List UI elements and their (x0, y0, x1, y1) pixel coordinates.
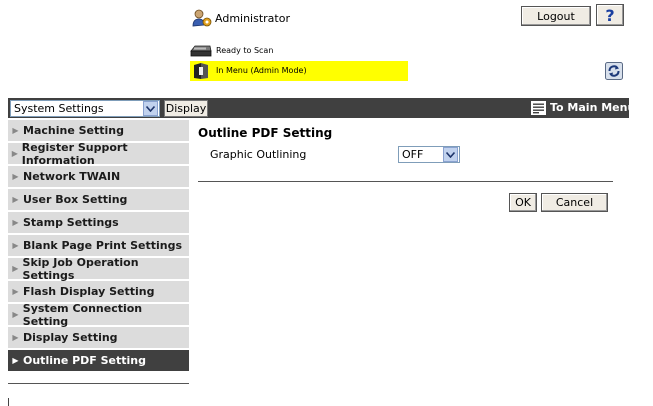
refresh-icon[interactable] (605, 62, 623, 80)
logout-button[interactable]: Logout (521, 6, 591, 26)
sidebar-item-register-support-information[interactable]: ▶ Register Support Information (8, 140, 189, 167)
menu-list-icon[interactable] (531, 101, 546, 115)
mode-status: In Menu (Admin Mode) (216, 66, 307, 75)
sidebar-item-label: Network TWAIN (23, 170, 121, 183)
sidebar-item-label: Flash Display Setting (23, 285, 155, 298)
sidebar-item-skip-job-operation-settings[interactable]: ▶ Skip Job Operation Settings (8, 255, 189, 282)
sidebar-item-label: Outline PDF Setting (23, 354, 147, 367)
sidebar: ▶ Machine Setting ▶ Register Support Inf… (8, 120, 189, 373)
triangle-right-icon: ▶ (12, 310, 19, 319)
sidebar-item-network-twain[interactable]: ▶ Network TWAIN (8, 166, 189, 189)
main-menu-link[interactable]: To Main Menu (550, 101, 635, 114)
sidebar-item-stamp-settings[interactable]: ▶ Stamp Settings (8, 212, 189, 235)
sidebar-item-label: User Box Setting (23, 193, 128, 206)
sidebar-item-label: Stamp Settings (23, 216, 119, 229)
triangle-right-icon: ▶ (12, 287, 19, 296)
triangle-right-icon: ▶ (11, 149, 18, 158)
triangle-right-icon: ▶ (12, 356, 19, 365)
sidebar-item-label: Register Support Information (21, 140, 128, 167)
display-button[interactable]: Display (164, 100, 208, 117)
sidebar-item-system-connection-setting[interactable]: ▶ System Connection Setting (8, 301, 189, 328)
content-divider (198, 181, 613, 182)
chevron-down-icon[interactable] (443, 147, 458, 162)
help-icon: ? (605, 5, 615, 25)
scan-status: Ready to Scan (216, 46, 274, 55)
triangle-right-icon: ▶ (12, 126, 19, 135)
triangle-right-icon: ▶ (12, 264, 19, 273)
settings-select[interactable]: System Settings (10, 100, 160, 117)
sidebar-item-label: Machine Setting (23, 124, 124, 137)
ok-button[interactable]: OK (509, 193, 537, 212)
page-title: Outline PDF Setting (198, 126, 333, 140)
chevron-down-icon[interactable] (143, 101, 158, 116)
scanner-icon (190, 43, 212, 57)
triangle-right-icon: ▶ (12, 195, 19, 204)
sidebar-item-user-box-setting[interactable]: ▶ User Box Setting (8, 189, 189, 212)
triangle-right-icon: ▶ (12, 333, 19, 342)
sidebar-item-label: Blank Page Print Settings (23, 239, 183, 252)
administrator-icon (192, 8, 212, 28)
sidebar-item-label: System Connection Setting (22, 301, 143, 328)
graphic-outlining-label: Graphic Outlining (210, 148, 307, 161)
sidebar-item-display-setting[interactable]: ▶ Display Setting (8, 327, 189, 350)
help-button[interactable]: ? (596, 4, 624, 26)
cancel-button[interactable]: Cancel (541, 193, 608, 212)
sidebar-item-label: Skip Job Operation Settings (22, 255, 139, 282)
left-border (8, 398, 9, 406)
triangle-right-icon: ▶ (12, 218, 19, 227)
user-label: Administrator (215, 12, 290, 25)
sidebar-divider (8, 383, 189, 384)
sidebar-item-outline-pdf-setting[interactable]: ▶ Outline PDF Setting (8, 350, 189, 373)
triangle-right-icon: ▶ (12, 172, 19, 181)
triangle-right-icon: ▶ (12, 241, 19, 250)
sidebar-item-label: Display Setting (23, 331, 118, 344)
status-book-icon (192, 62, 210, 80)
